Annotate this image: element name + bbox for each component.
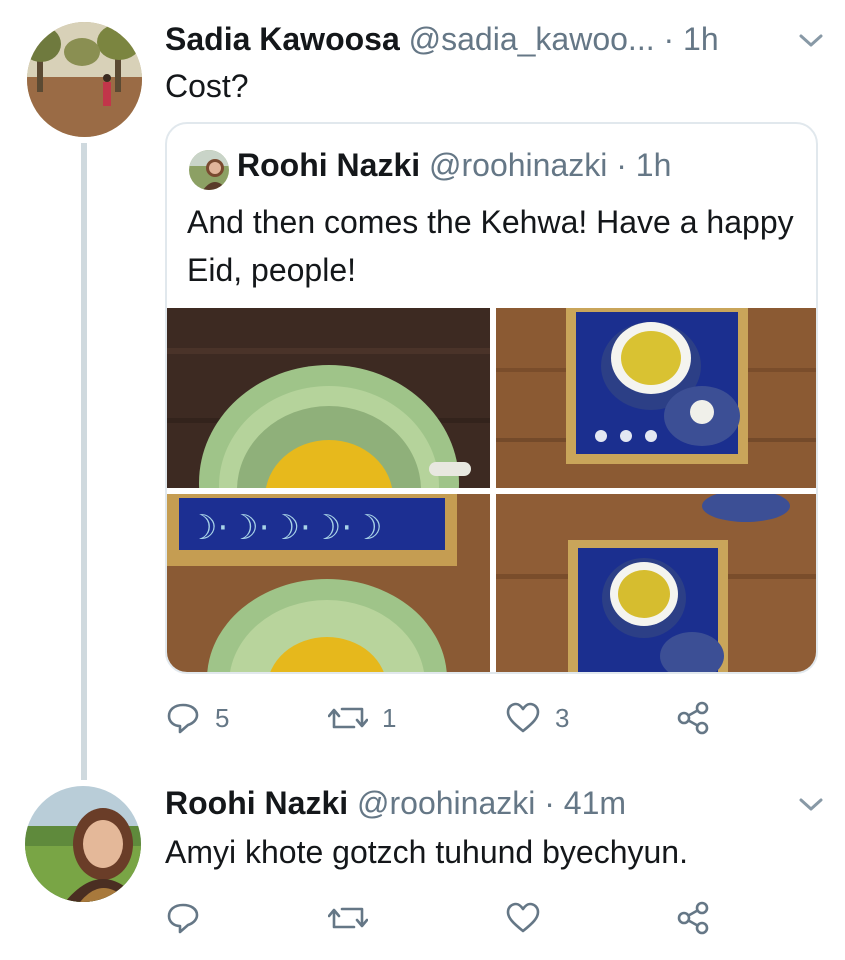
heart-icon [506,902,540,933]
reply-icon [167,703,199,734]
user-handle[interactable]: @roohinazki [357,785,535,821]
tweet-actions: 5 1 3 [165,698,725,738]
share-button[interactable] [675,698,711,738]
quote-timestamp: 1h [635,147,672,183]
tweet-header: Roohi Nazki @roohinazki · 41m [165,784,626,822]
retweet-icon [328,707,368,729]
avatar[interactable] [27,22,142,137]
share-icon [677,701,709,735]
share-button[interactable] [675,898,711,938]
retweet-button[interactable] [328,898,382,938]
quote-header: Roohi Nazki @roohinazki · 1h [237,146,671,184]
separator-dot: · [616,147,627,183]
tweet-header: Sadia Kawoosa @sadia_kawoo... · 1h [165,20,719,58]
display-name[interactable]: Roohi Nazki [165,785,348,821]
avatar-person-icon [25,786,141,902]
display-name[interactable]: Sadia Kawoosa [165,21,400,57]
reply-button[interactable]: 5 [165,698,229,738]
quoted-tweet[interactable]: Roohi Nazki @roohinazki · 1h And then co… [165,122,818,674]
reply-icon [167,903,199,934]
quote-handle: @roohinazki [429,147,608,183]
heart-icon [506,702,540,733]
like-count: 3 [555,702,570,733]
share-icon [677,901,709,935]
separator-dot: · [663,21,675,57]
timestamp[interactable]: 1h [683,21,719,57]
like-button[interactable] [505,898,555,938]
thread-line [81,143,87,780]
photo-moon-tray-and-cup[interactable]: ☽·☽·☽·☽·☽ [167,494,490,672]
avatar[interactable] [25,786,141,902]
chevron-down-icon[interactable] [797,31,825,51]
svg-text:☽·☽·☽·☽·☽: ☽·☽·☽·☽·☽ [187,508,383,548]
photo-kehwa-cup-closeup[interactable] [167,308,490,488]
avatar-landscape-icon [27,22,142,137]
tray-side-image [496,494,816,672]
timestamp[interactable]: 41m [564,785,626,821]
kehwa-cup-image [167,308,490,488]
photo-kehwa-tray-top-view[interactable] [496,308,816,488]
quote-text: And then comes the Kehwa! Have a happy E… [187,204,794,288]
tweet-text: Amyi khote gotzch tuhund byechyun. [165,834,688,870]
quote-avatar [189,150,229,190]
retweet-button[interactable]: 1 [328,698,396,738]
separator-dot: · [544,785,555,821]
tweet-actions [165,898,725,938]
chevron-down-icon[interactable] [797,795,825,815]
reply-button[interactable] [165,898,215,938]
moon-tray-image: ☽·☽·☽·☽·☽ [167,494,490,672]
user-handle[interactable]: @sadia_kawoo... [409,21,655,57]
tray-image [496,308,816,488]
retweet-count: 1 [382,702,397,733]
like-button[interactable]: 3 [505,698,569,738]
quote-display-name: Roohi Nazki [237,147,421,183]
retweet-icon [328,907,368,929]
reply-count: 5 [215,702,230,733]
photo-kehwa-tray-side-view[interactable] [496,494,816,672]
avatar-person-icon [189,150,229,190]
tweet-text: Cost? [165,68,249,104]
